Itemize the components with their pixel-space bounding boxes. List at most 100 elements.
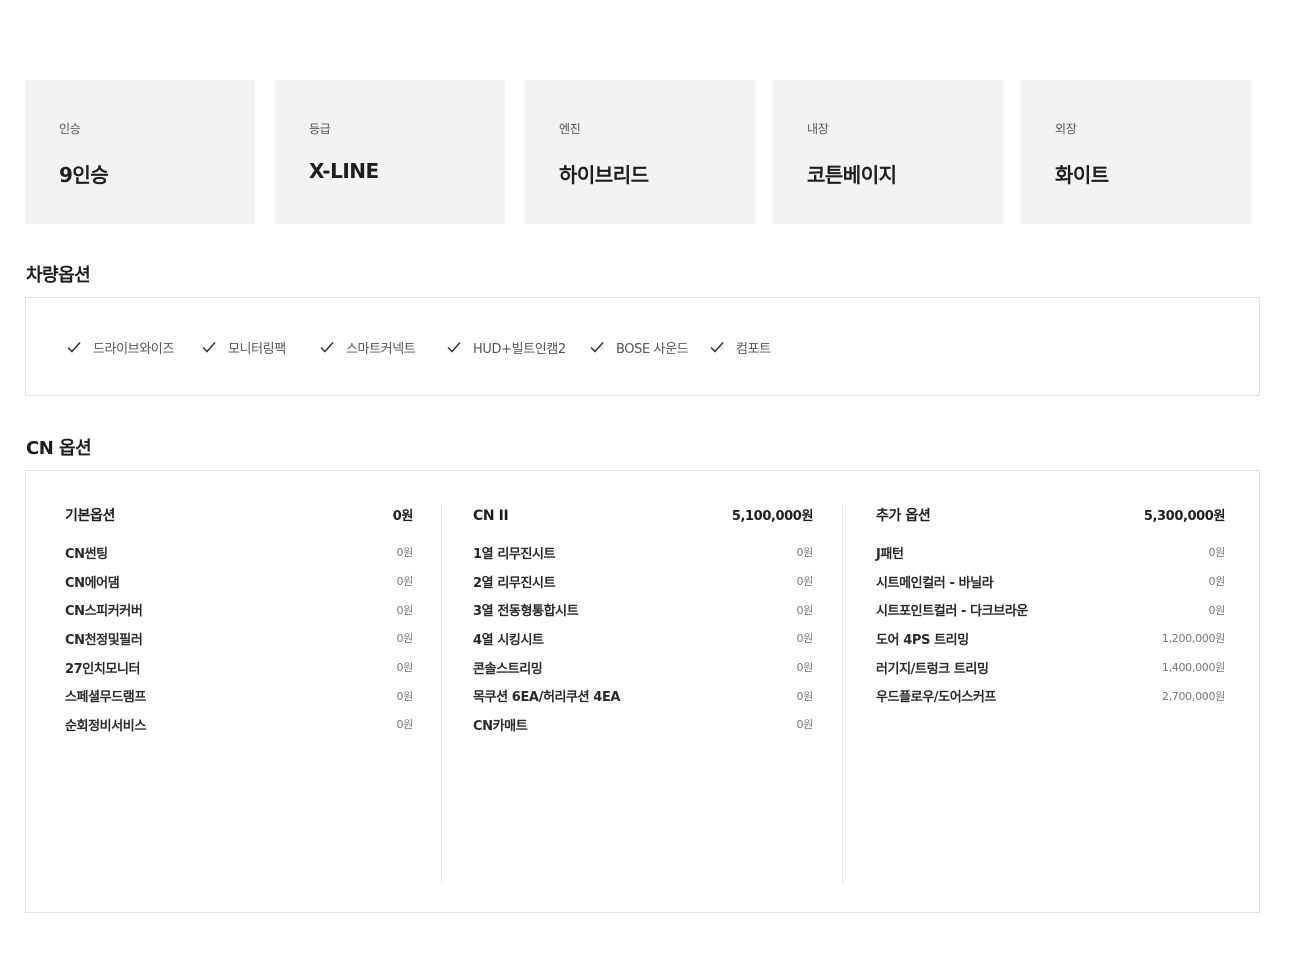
vehicle-option-item: 스마트커넥트	[319, 338, 416, 357]
option-name: 27인치모니터	[65, 661, 141, 677]
cn-group-header: 기본옵션 0원	[65, 505, 413, 531]
list-item: CN카매트 0원	[473, 710, 813, 739]
spec-card-exterior: 외장 화이트	[1021, 80, 1251, 224]
option-price: 0원	[1208, 575, 1225, 589]
spec-card-engine: 엔진 하이브리드	[525, 80, 755, 224]
vehicle-option-label: 드라이브와이즈	[93, 341, 174, 357]
list-item: 4열 시킹시트 0원	[473, 624, 813, 653]
cn-group-price: 5,300,000원	[1143, 509, 1226, 524]
list-item: CN에어댐 0원	[65, 567, 413, 596]
option-name: CN카매트	[473, 718, 528, 734]
list-item: 도어 4PS 트리밍 1,200,000원	[876, 624, 1225, 653]
vehicle-option-label: BOSE 사운드	[616, 341, 689, 357]
vehicle-option-item: 드라이브와이즈	[66, 338, 174, 357]
spec-summary: 인승 9인승 등급 X-LINE 엔진 하이브리드 내장 코튼베이지 외장 화이…	[25, 80, 1251, 224]
option-name: 러기지/트렁크 트리밍	[876, 661, 989, 677]
list-item: CN썬팅 0원	[65, 538, 413, 567]
vehicle-options-title: 차량옵션	[26, 265, 91, 286]
cn-group-list: 1열 리무진시트 0원 2열 리무진시트 0원 3열 전동형통합시트 0원 4열 시킹…	[473, 538, 813, 739]
spec-card-grade: 등급 X-LINE	[275, 80, 505, 224]
list-item: 목쿠션 6EA/허리쿠션 4EA 0원	[473, 681, 813, 710]
option-price: 1,400,000원	[1161, 661, 1225, 675]
option-name: 콘솔스트리밍	[473, 661, 543, 677]
spec-label: 외장	[1055, 122, 1077, 136]
vehicle-option-label: 모니터링팩	[228, 341, 286, 357]
cn-group-title: CN II	[473, 508, 509, 524]
list-item: CN스피커커버 0원	[65, 595, 413, 624]
option-price: 0원	[796, 546, 813, 560]
option-name: 우드플로우/도어스커프	[876, 690, 996, 706]
list-item: 우드플로우/도어스커프 2,700,000원	[876, 681, 1225, 710]
vehicle-option-item: 모니터링팩	[201, 338, 286, 357]
list-item: 27인치모니터 0원	[65, 653, 413, 682]
list-item: 시트메인컬러 - 바닐라 0원	[876, 567, 1225, 596]
option-price: 0원	[396, 718, 413, 732]
option-name: 목쿠션 6EA/허리쿠션 4EA	[473, 690, 621, 706]
vehicle-option-item: BOSE 사운드	[589, 338, 689, 357]
spec-label: 엔진	[559, 122, 581, 136]
option-name: 1열 리무진시트	[473, 546, 556, 562]
check-icon	[709, 339, 725, 355]
column-divider	[842, 505, 843, 883]
spec-value: 하이브리드	[559, 163, 649, 187]
spec-label: 내장	[807, 122, 829, 136]
spec-card-interior: 내장 코튼베이지	[773, 80, 1003, 224]
check-icon	[201, 339, 217, 355]
option-price: 0원	[396, 661, 413, 675]
check-icon	[66, 339, 82, 355]
option-name: CN천정및필러	[65, 632, 143, 648]
cn-group-additional: 추가 옵션 5,300,000원 J패턴 0원 시트메인컬러 - 바닐라 0원 시트…	[876, 505, 1225, 710]
spec-label: 인승	[59, 122, 81, 136]
list-item: 콘솔스트리밍 0원	[473, 653, 813, 682]
cn-group-cn2: CN II 5,100,000원 1열 리무진시트 0원 2열 리무진시트 0원 3…	[473, 505, 813, 739]
option-price: 0원	[796, 632, 813, 646]
option-price: 1,200,000원	[1161, 632, 1225, 646]
option-price: 0원	[396, 575, 413, 589]
check-icon	[446, 339, 462, 355]
vehicle-option-label: HUD+빌트인캠2	[473, 341, 566, 357]
option-price: 0원	[396, 603, 413, 617]
cn-group-price: 0원	[392, 509, 414, 524]
cn-group-list: CN썬팅 0원 CN에어댐 0원 CN스피커커버 0원 CN천정및필러 0원 27인치모…	[65, 538, 413, 739]
spec-card-seats: 인승 9인승	[25, 80, 255, 224]
option-name: 순회정비서비스	[65, 718, 146, 734]
option-price: 0원	[796, 575, 813, 589]
option-name: J패턴	[876, 546, 904, 562]
spec-value: 코튼베이지	[807, 163, 897, 187]
check-icon	[589, 339, 605, 355]
option-price: 0원	[1208, 546, 1225, 560]
check-icon	[319, 339, 335, 355]
option-name: 스페셜무드램프	[65, 690, 146, 706]
cn-options-title: CN 옵션	[26, 438, 92, 459]
option-name: 3열 전동형통합시트	[473, 604, 579, 620]
vehicle-option-label: 스마트커넥트	[346, 341, 416, 357]
cn-group-basic: 기본옵션 0원 CN썬팅 0원 CN에어댐 0원 CN스피커커버 0원 CN천정및필러…	[65, 505, 413, 739]
option-price: 0원	[396, 632, 413, 646]
vehicle-option-item: 컴포트	[709, 338, 771, 357]
vehicle-options-box: 드라이브와이즈 모니터링팩 스마트커넥트 HUD+빌트인캠2 BOSE 사운드 …	[25, 297, 1260, 396]
spec-value: 9인승	[59, 163, 109, 187]
option-price: 0원	[796, 689, 813, 703]
vehicle-option-label: 컴포트	[736, 341, 771, 357]
option-name: CN스피커커버	[65, 604, 143, 620]
list-item: 1열 리무진시트 0원	[473, 538, 813, 567]
option-price: 2,700,000원	[1161, 689, 1225, 703]
option-price: 0원	[396, 689, 413, 703]
option-name: 시트메인컬러 - 바닐라	[876, 575, 994, 591]
option-name: CN에어댐	[65, 575, 120, 591]
option-price: 0원	[796, 661, 813, 675]
list-item: 스페셜무드램프 0원	[65, 681, 413, 710]
list-item: 2열 리무진시트 0원	[473, 567, 813, 596]
cn-options-box: 기본옵션 0원 CN썬팅 0원 CN에어댐 0원 CN스피커커버 0원 CN천정및필러…	[25, 470, 1260, 913]
list-item: 러기지/트렁크 트리밍 1,400,000원	[876, 653, 1225, 682]
spec-label: 등급	[309, 122, 331, 136]
vehicle-option-item: HUD+빌트인캠2	[446, 338, 566, 357]
option-name: 시트포인트컬러 - 다크브라운	[876, 604, 1028, 620]
list-item: 시트포인트컬러 - 다크브라운 0원	[876, 595, 1225, 624]
cn-group-price: 5,100,000원	[731, 509, 814, 524]
option-price: 0원	[1208, 603, 1225, 617]
list-item: CN천정및필러 0원	[65, 624, 413, 653]
list-item: 3열 전동형통합시트 0원	[473, 595, 813, 624]
option-name: CN썬팅	[65, 546, 108, 562]
list-item: 순회정비서비스 0원	[65, 710, 413, 739]
